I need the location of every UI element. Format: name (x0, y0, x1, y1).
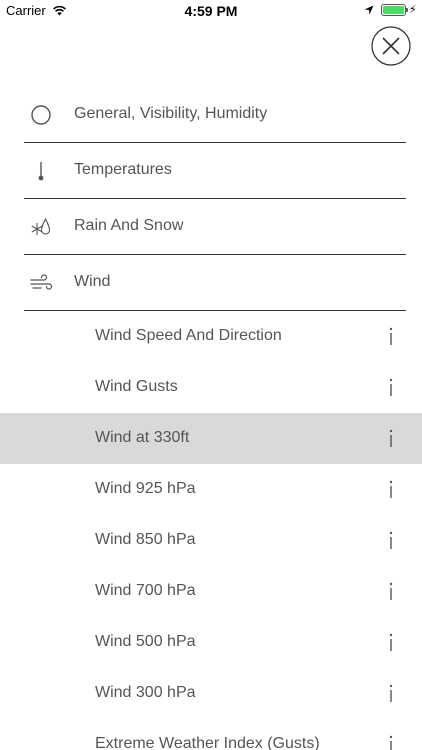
category-temperatures[interactable]: Temperatures (0, 143, 422, 199)
wind-layer-label: Wind 500 hPa (95, 633, 196, 650)
wind-icon (30, 274, 53, 290)
info-icon[interactable] (385, 631, 397, 653)
wind-layer-item[interactable]: Wind 300 hPa (0, 668, 422, 719)
wind-layer-item[interactable]: Wind Gusts (0, 362, 422, 413)
wind-layer-item[interactable]: Wind 925 hPa (0, 464, 422, 515)
status-bar: Carrier 4:59 PM ⚡ (0, 0, 422, 22)
close-button[interactable] (371, 26, 411, 66)
wind-layer-label: Wind 300 hPa (95, 684, 196, 701)
info-icon[interactable] (385, 733, 397, 750)
wind-layer-item[interactable]: Wind at 330ft (0, 413, 422, 464)
wind-layer-item[interactable]: Wind Speed And Direction (0, 311, 422, 362)
category-label: General, Visibility, Humidity (74, 105, 268, 122)
info-icon[interactable] (385, 376, 397, 398)
wind-layer-label: Wind 700 hPa (95, 582, 196, 599)
category-label: Rain And Snow (74, 217, 184, 234)
wind-layer-label: Wind Speed And Direction (95, 327, 282, 344)
thermometer-icon (38, 162, 44, 181)
status-time: 4:59 PM (184, 3, 238, 19)
wind-layer-label: Extreme Weather Index (Gusts) (95, 735, 320, 750)
wind-layer-item[interactable]: Wind 850 hPa (0, 515, 422, 566)
category-label: Temperatures (74, 161, 172, 178)
wind-layer-label: Wind 925 hPa (95, 480, 196, 497)
layers-screen: Carrier 4:59 PM ⚡ General, Visibility, H… (0, 0, 422, 750)
info-icon[interactable] (385, 427, 397, 449)
wind-layer-label: Wind at 330ft (95, 429, 190, 446)
category-label: Wind (74, 273, 111, 290)
info-icon[interactable] (385, 580, 397, 602)
wind-layer-item[interactable]: Extreme Weather Index (Gusts) (0, 719, 422, 750)
location-arrow-icon (364, 5, 374, 15)
category-rain-snow[interactable]: Rain And Snow (0, 199, 422, 255)
info-icon[interactable] (385, 478, 397, 500)
charging-icon: ⚡ (409, 4, 417, 16)
rain-snow-icon (31, 217, 51, 235)
info-icon[interactable] (385, 529, 397, 551)
info-icon[interactable] (385, 682, 397, 704)
battery-icon (381, 4, 406, 16)
category-general[interactable]: General, Visibility, Humidity (0, 87, 422, 143)
wind-layer-label: Wind 850 hPa (95, 531, 196, 548)
wind-layer-item[interactable]: Wind 700 hPa (0, 566, 422, 617)
wind-layer-item[interactable]: Wind 500 hPa (0, 617, 422, 668)
category-wind[interactable]: Wind (0, 255, 422, 311)
circle-icon (31, 105, 51, 125)
battery-tip (406, 8, 408, 12)
wind-layer-label: Wind Gusts (95, 378, 178, 395)
info-icon[interactable] (385, 325, 397, 347)
